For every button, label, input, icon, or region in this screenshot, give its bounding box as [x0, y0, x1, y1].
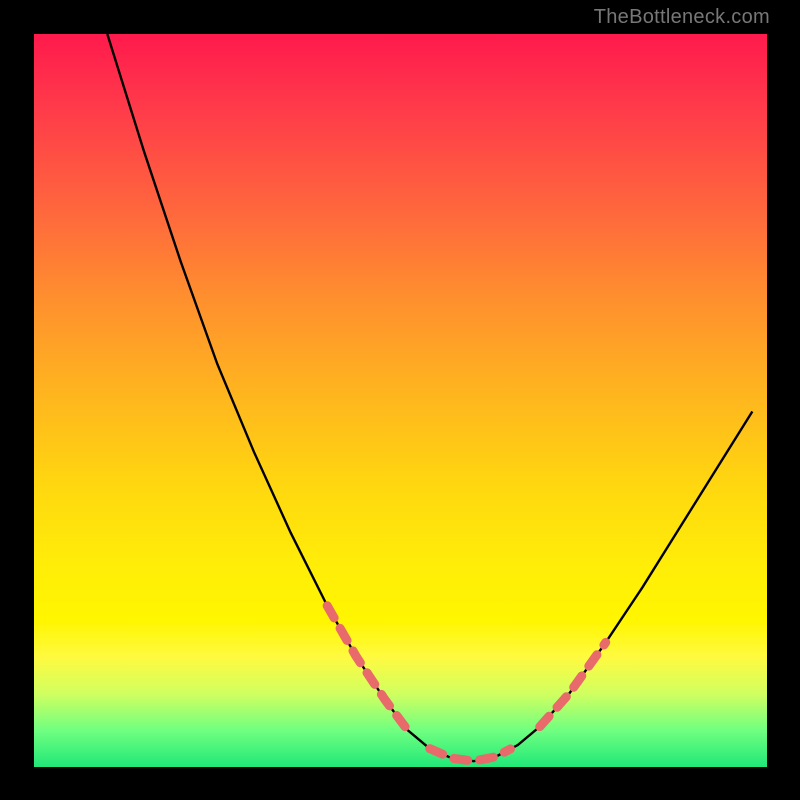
plot-area — [34, 34, 767, 767]
chart-frame: TheBottleneck.com — [0, 0, 800, 800]
bottleneck-curve — [107, 34, 752, 761]
curve-svg — [34, 34, 767, 767]
dashed-segment-2 — [540, 642, 606, 726]
dashed-segment-0 — [327, 606, 408, 731]
watermark-text: TheBottleneck.com — [594, 6, 770, 29]
dashed-overlay-group — [327, 606, 606, 761]
